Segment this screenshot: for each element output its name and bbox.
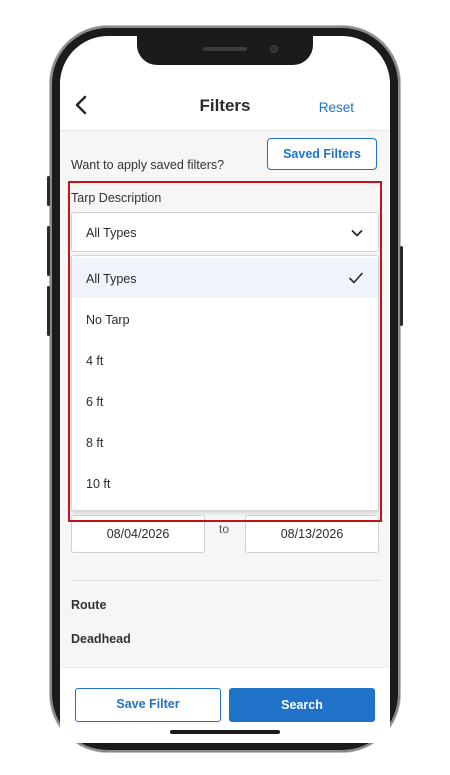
front-camera — [270, 45, 278, 53]
date-range-separator: to — [219, 522, 230, 536]
section-divider — [71, 580, 381, 581]
speaker — [203, 47, 247, 51]
saved-filters-prompt: Want to apply saved filters? — [71, 158, 225, 172]
route-section[interactable]: Route — [71, 598, 106, 612]
saved-filters-button[interactable]: Saved Filters — [267, 138, 377, 170]
phone-notch — [137, 36, 313, 65]
reset-button[interactable]: Reset — [319, 100, 354, 115]
phone-button — [47, 176, 50, 206]
highlight-box — [68, 181, 382, 522]
phone-button — [400, 246, 403, 326]
phone-button — [47, 286, 50, 336]
deadhead-section[interactable]: Deadhead — [71, 632, 131, 646]
save-filter-button[interactable]: Save Filter — [75, 688, 221, 722]
home-indicator — [170, 730, 280, 734]
app-header: Filters Reset — [60, 80, 390, 131]
phone-button — [47, 226, 50, 276]
bottom-action-bar: Save Filter Search — [60, 667, 390, 743]
search-button[interactable]: Search — [229, 688, 375, 722]
